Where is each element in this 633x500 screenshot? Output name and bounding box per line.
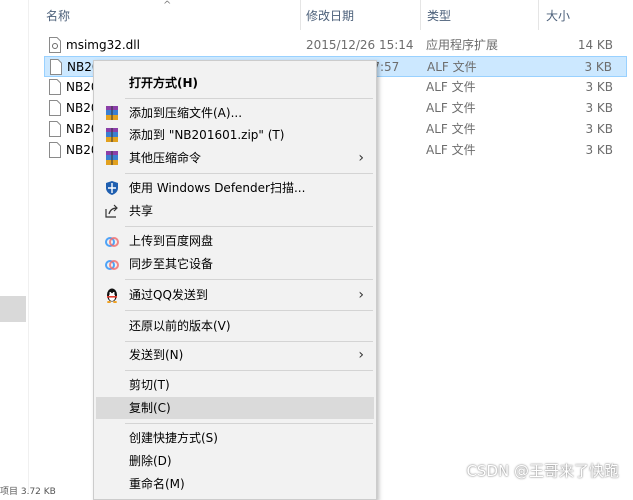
qq-penguin-icon	[107, 288, 117, 303]
navigation-selected-item[interactable]	[0, 296, 26, 322]
file-type: ALF 文件	[427, 60, 477, 74]
column-header-size-label: 大小	[546, 8, 571, 23]
baidu-netdisk-icon	[105, 237, 119, 247]
status-bar-text: 项目 3.72 KB	[0, 487, 56, 497]
menu-item-label: 发送到(N)	[129, 348, 184, 362]
menu-item-send-to[interactable]: 发送到(N) ›	[96, 344, 374, 366]
file-type: ALF 文件	[426, 122, 476, 136]
menu-item-label: 添加到压缩文件(A)...	[129, 106, 243, 120]
file-size: 3 KB	[585, 122, 613, 136]
menu-separator	[125, 173, 373, 174]
menu-item-label: 打开方式(H)	[129, 76, 199, 90]
menu-separator	[125, 370, 373, 371]
alf-file-icon	[50, 59, 62, 75]
navigation-pane[interactable]	[0, 0, 29, 492]
menu-item-restore-versions[interactable]: 还原以前的版本(V)	[96, 315, 374, 337]
menu-item-copy[interactable]: 复制(C)	[96, 397, 374, 419]
menu-item-label: 还原以前的版本(V)	[129, 319, 231, 333]
watermark: CSDN @王哥来了快跑	[466, 462, 619, 480]
menu-item-label: 使用 Windows Defender扫描...	[129, 181, 306, 195]
menu-item-label: 共享	[129, 204, 154, 218]
menu-item-label: 剪切(T)	[129, 378, 170, 392]
menu-separator	[125, 423, 373, 424]
menu-separator	[125, 98, 373, 99]
menu-item-add-to-archive[interactable]: 添加到压缩文件(A)...	[96, 102, 374, 124]
column-header-date-label: 修改日期	[306, 8, 355, 23]
menu-item-label: 删除(D)	[129, 454, 172, 468]
file-size: 3 KB	[584, 60, 612, 74]
baidu-netdisk-icon	[105, 260, 119, 270]
menu-separator	[125, 341, 373, 342]
menu-item-add-to-zip[interactable]: 添加到 "NB201601.zip" (T)	[96, 124, 374, 146]
winrar-archive-icon	[106, 151, 118, 165]
submenu-arrow-icon: ›	[358, 347, 364, 363]
file-size: 14 KB	[577, 38, 613, 52]
menu-item-label: 通过QQ发送到	[129, 288, 208, 302]
menu-item-delete[interactable]: 删除(D)	[96, 450, 374, 472]
file-size: 3 KB	[585, 101, 613, 115]
menu-item-label: 上传到百度网盘	[129, 234, 214, 248]
dll-file-icon	[49, 37, 61, 53]
column-header-name[interactable]: 名称	[46, 0, 296, 30]
column-divider[interactable]	[538, 0, 539, 30]
alf-file-icon	[49, 142, 61, 158]
menu-item-label: 创建快捷方式(S)	[129, 431, 218, 445]
alf-file-icon	[49, 79, 61, 95]
menu-item-share[interactable]: 共享	[96, 200, 374, 222]
windows-defender-shield-icon	[106, 181, 118, 195]
file-type: ALF 文件	[426, 143, 476, 157]
column-header-date[interactable]: 修改日期	[306, 0, 416, 30]
menu-item-label: 复制(C)	[129, 401, 171, 415]
submenu-arrow-icon: ›	[358, 150, 364, 166]
column-header-type-label: 类型	[427, 8, 452, 23]
menu-item-send-qq[interactable]: 通过QQ发送到 ›	[96, 284, 374, 306]
column-header-name-label: 名称	[46, 8, 71, 23]
file-type: ALF 文件	[426, 101, 476, 115]
menu-item-create-shortcut[interactable]: 创建快捷方式(S)	[96, 427, 374, 449]
alf-file-icon	[49, 100, 61, 116]
file-type: 应用程序扩展	[426, 38, 499, 52]
menu-separator	[125, 226, 373, 227]
file-size: 3 KB	[585, 80, 613, 94]
submenu-arrow-icon: ›	[358, 287, 364, 303]
alf-file-icon	[49, 121, 61, 137]
menu-item-label: 其他压缩命令	[129, 151, 202, 165]
menu-item-label: 添加到 "NB201601.zip" (T)	[129, 128, 285, 142]
menu-item-other-compress[interactable]: 其他压缩命令 ›	[96, 147, 374, 169]
file-size: 3 KB	[585, 143, 613, 157]
winrar-archive-icon	[106, 128, 118, 142]
file-row[interactable]: msimg32.dll 2015/12/26 15:14 应用程序扩展 14 K…	[44, 35, 627, 56]
menu-item-defender-scan[interactable]: 使用 Windows Defender扫描...	[96, 177, 374, 199]
column-header-size[interactable]: 大小	[546, 0, 626, 30]
menu-item-cut[interactable]: 剪切(T)	[96, 374, 374, 396]
menu-separator	[125, 310, 373, 311]
column-divider[interactable]	[300, 0, 301, 30]
column-header-type[interactable]: 类型	[427, 0, 537, 30]
context-menu: 打开方式(H) 添加到压缩文件(A)... 添加到 "NB201601.zip"…	[93, 60, 377, 500]
menu-item-upload-baidu[interactable]: 上传到百度网盘	[96, 230, 374, 252]
winrar-archive-icon	[106, 106, 118, 120]
column-divider[interactable]	[420, 0, 421, 30]
menu-item-label: 同步至其它设备	[129, 257, 214, 271]
menu-item-sync-devices[interactable]: 同步至其它设备	[96, 253, 374, 275]
file-date: 2015/12/26 15:14	[306, 38, 414, 52]
menu-item-open-with[interactable]: 打开方式(H)	[96, 72, 374, 94]
file-name: msimg32.dll	[66, 38, 140, 52]
file-type: ALF 文件	[426, 80, 476, 94]
share-icon	[105, 204, 118, 218]
menu-separator	[125, 279, 373, 280]
